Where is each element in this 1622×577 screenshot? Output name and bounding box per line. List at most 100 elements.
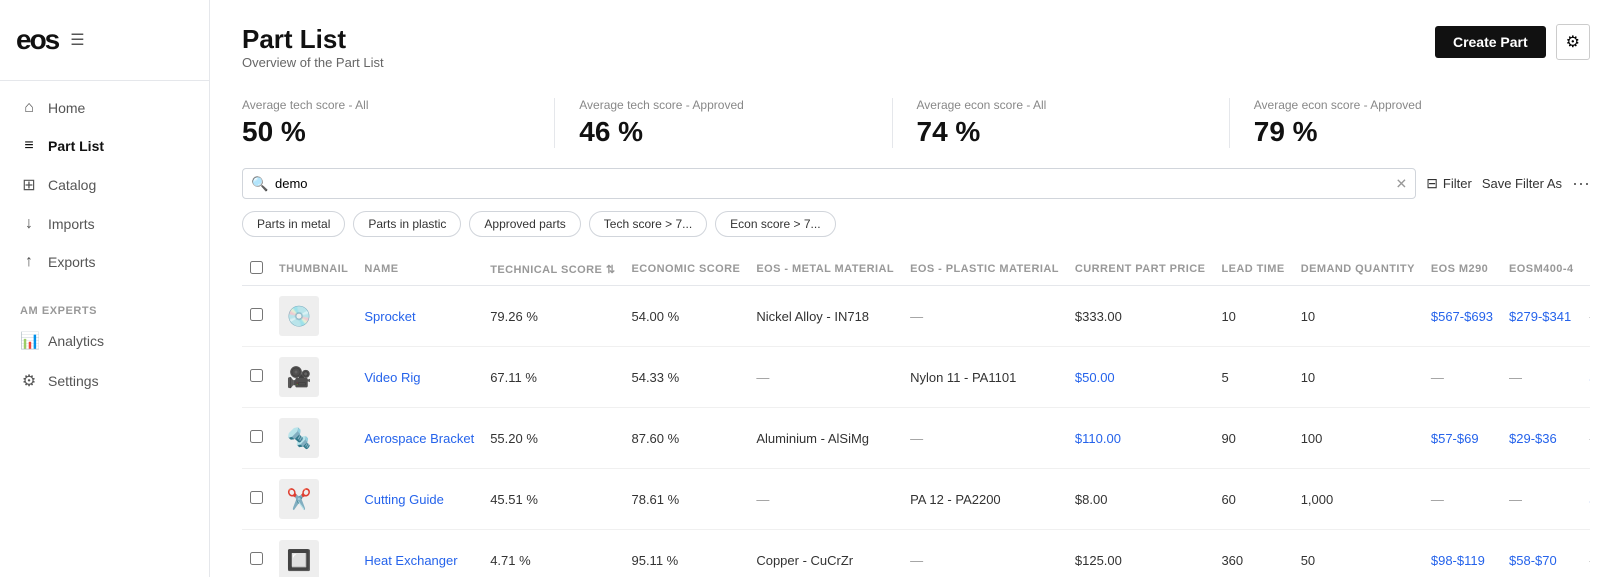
- table-cell[interactable]: $98-$119: [1423, 530, 1501, 577]
- table-cell: —: [902, 408, 1067, 469]
- filter-icon: ⊟: [1426, 175, 1438, 192]
- table-cell: $333.00: [1067, 286, 1214, 347]
- am-experts-label: AM EXPERTS: [0, 293, 209, 321]
- table-cell: —: [1582, 286, 1590, 347]
- title-area: Part List Overview of the Part List: [242, 24, 384, 90]
- col-current-price: CURRENT PART PRICE: [1067, 253, 1214, 286]
- sidebar-item-imports[interactable]: ↓ Imports: [0, 205, 209, 243]
- filter-button[interactable]: ⊟ Filter: [1426, 175, 1472, 192]
- chips-row: Parts in metal Parts in plastic Approved…: [242, 211, 1590, 237]
- col-technical-score[interactable]: TECHNICAL SCORE ⇅: [482, 253, 623, 286]
- table-cell: —: [1501, 469, 1582, 530]
- row-checkbox[interactable]: [250, 491, 263, 504]
- chip-parts-in-plastic[interactable]: Parts in plastic: [353, 211, 461, 237]
- search-wrap: 🔍 ✕: [242, 168, 1416, 199]
- row-checkbox[interactable]: [250, 369, 263, 382]
- more-options-button[interactable]: ···: [1572, 173, 1590, 194]
- sidebar-item-exports[interactable]: ↑ Exports: [0, 243, 209, 281]
- part-name-link[interactable]: Sprocket: [356, 286, 482, 347]
- table-cell: 4.71 %: [482, 530, 623, 577]
- table-cell: 360: [1213, 530, 1292, 577]
- table-cell[interactable]: $50-$61: [1582, 347, 1590, 408]
- parts-table: THUMBNAIL NAME TECHNICAL SCORE ⇅ ECONOMI…: [242, 253, 1590, 577]
- col-thumbnail: THUMBNAIL: [271, 253, 356, 286]
- thumbnail-image: 🔩: [279, 418, 319, 458]
- table-cell[interactable]: $110.00: [1067, 408, 1214, 469]
- imports-icon: ↓: [20, 215, 38, 233]
- sidebar-item-catalog[interactable]: ⊞ Catalog: [0, 165, 209, 205]
- col-economic-score: ECONOMIC SCORE: [623, 253, 748, 286]
- sidebar: eos ☰ ⌂ Home ≡ Part List ⊞ Catalog ↓ Imp…: [0, 0, 210, 577]
- stat-avg-econ-approved: Average econ score - Approved 79 %: [1254, 98, 1566, 148]
- save-filter-button[interactable]: Save Filter As: [1482, 176, 1562, 191]
- sidebar-item-label-home: Home: [48, 100, 85, 116]
- chip-parts-in-metal[interactable]: Parts in metal: [242, 211, 345, 237]
- table-row: ✂️ Cutting Guide45.51 %78.61 % — PA 12 - PA…: [242, 469, 1590, 530]
- list-icon: ≡: [20, 137, 38, 155]
- table-cell[interactable]: $279-$341: [1501, 286, 1582, 347]
- row-checkbox[interactable]: [250, 308, 263, 321]
- col-lead-time: LEAD TIME: [1213, 253, 1292, 286]
- sidebar-divider-top: [0, 80, 209, 81]
- select-all-checkbox[interactable]: [250, 261, 263, 274]
- table-cell: 10: [1213, 286, 1292, 347]
- part-name-link[interactable]: Aerospace Bracket: [356, 408, 482, 469]
- table-cell[interactable]: $29-$36: [1501, 408, 1582, 469]
- page-settings-button[interactable]: ⚙: [1556, 24, 1590, 60]
- row-checkbox[interactable]: [250, 552, 263, 565]
- stat-label-3: Average econ score - Approved: [1254, 98, 1542, 112]
- table-cell: 10: [1293, 286, 1423, 347]
- table-row: 🔩Aerospace Bracket55.20 %87.60 %Aluminiu…: [242, 408, 1590, 469]
- row-checkbox[interactable]: [250, 430, 263, 443]
- part-name-link[interactable]: Cutting Guide: [356, 469, 482, 530]
- table-cell: 100: [1293, 408, 1423, 469]
- chip-tech-score[interactable]: Tech score > 7...: [589, 211, 707, 237]
- part-name-link[interactable]: Heat Exchanger: [356, 530, 482, 577]
- chip-approved-parts[interactable]: Approved parts: [469, 211, 580, 237]
- table-cell: 67.11 %: [482, 347, 623, 408]
- table-cell: PA 12 - PA2200: [902, 469, 1067, 530]
- home-icon: ⌂: [20, 99, 38, 117]
- table-cell[interactable]: $58-$70: [1501, 530, 1582, 577]
- part-name-link[interactable]: Video Rig: [356, 347, 482, 408]
- table-cell: —: [902, 286, 1067, 347]
- table-row: 🎥Video Rig67.11 %54.33 %—Nylon 11 - PA11…: [242, 347, 1590, 408]
- table-cell[interactable]: $50.00: [1067, 347, 1214, 408]
- catalog-icon: ⊞: [20, 175, 38, 195]
- thumbnail-image: ✂️: [279, 479, 319, 519]
- thumbnail-image: 🔲: [279, 540, 319, 577]
- parts-table-wrap: THUMBNAIL NAME TECHNICAL SCORE ⇅ ECONOMI…: [242, 253, 1590, 577]
- col-eos-metal: EOS - METAL MATERIAL: [748, 253, 902, 286]
- table-cell: 78.61 %: [623, 469, 748, 530]
- sidebar-item-part-list[interactable]: ≡ Part List: [0, 127, 209, 165]
- table-cell[interactable]: $567-$693: [1423, 286, 1501, 347]
- sidebar-item-settings[interactable]: ⚙ Settings: [0, 361, 209, 401]
- stat-value-0: 50 %: [242, 116, 530, 148]
- table-cell: —: [1423, 347, 1501, 408]
- chip-econ-score[interactable]: Econ score > 7...: [715, 211, 835, 237]
- table-cell: 54.00 %: [623, 286, 748, 347]
- sidebar-item-label-exports: Exports: [48, 254, 95, 270]
- create-part-button[interactable]: Create Part: [1435, 26, 1546, 58]
- sidebar-item-home[interactable]: ⌂ Home: [0, 89, 209, 127]
- search-clear-icon[interactable]: ✕: [1395, 175, 1407, 192]
- sidebar-item-label-analytics: Analytics: [48, 333, 104, 349]
- exports-icon: ↑: [20, 253, 38, 271]
- table-cell: 45.51 %: [482, 469, 623, 530]
- stat-label-1: Average tech score - Approved: [579, 98, 867, 112]
- hamburger-icon[interactable]: ☰: [70, 30, 84, 50]
- sidebar-item-label-catalog: Catalog: [48, 177, 96, 193]
- table-cell: 87.60 %: [623, 408, 748, 469]
- settings-icon: ⚙: [20, 371, 38, 391]
- table-cell: 79.26 %: [482, 286, 623, 347]
- table-cell: —: [1582, 408, 1590, 469]
- filter-label: Filter: [1443, 176, 1472, 191]
- table-cell[interactable]: $57-$69: [1423, 408, 1501, 469]
- table-cell[interactable]: $9-$11: [1582, 469, 1590, 530]
- table-cell: —: [1423, 469, 1501, 530]
- search-input[interactable]: [242, 168, 1416, 199]
- sidebar-item-analytics[interactable]: 📊 Analytics: [0, 321, 209, 361]
- thumbnail-image: 💿: [279, 296, 319, 336]
- col-demand-qty: DEMAND QUANTITY: [1293, 253, 1423, 286]
- table-cell: —: [1582, 530, 1590, 577]
